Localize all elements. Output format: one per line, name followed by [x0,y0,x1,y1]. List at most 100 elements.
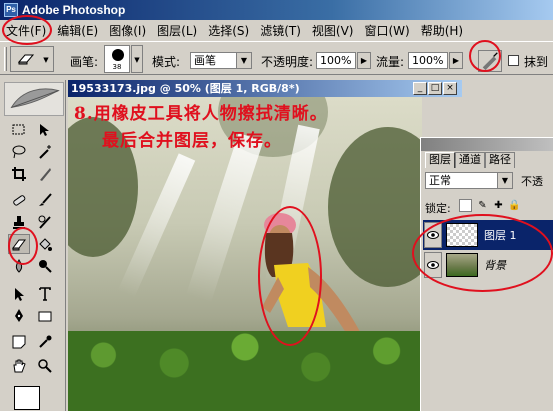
image-canvas[interactable]: 8.用橡皮工具将人物擦拭清晰。 最后合并图层，保存。 [68,97,422,411]
lasso-tool[interactable] [8,142,30,162]
note-icon [12,335,26,349]
close-button[interactable]: × [443,82,457,95]
healing-brush-tool[interactable] [8,190,30,210]
crop-icon [12,167,26,181]
paint-bucket-tool[interactable] [34,234,56,254]
layer-name: 图层 1 [484,229,517,242]
feather-logo[interactable] [4,82,64,116]
eraser-icon [17,54,35,65]
clone-stamp-tool[interactable] [8,212,30,232]
mode-label: 模式: [152,55,181,69]
magic-wand-icon [39,145,51,159]
tab-layers[interactable]: 图层 [425,152,455,168]
chevron-down-icon: ▼ [497,173,512,188]
opacity-input[interactable]: 100% [316,52,356,69]
app-title: Adobe Photoshop [22,3,126,17]
menu-help[interactable]: 帮助(H) [421,22,463,39]
flow-input[interactable]: 100% [408,52,448,69]
paint-bucket-icon [39,238,52,251]
path-selection-tool[interactable] [8,284,30,304]
layer-row-background[interactable]: 背景 [423,250,553,280]
hand-icon [13,359,26,373]
layer-row-layer1[interactable]: 图层 1 [423,220,553,250]
blend-mode-value: 正常 [429,174,451,187]
zoom-tool[interactable] [34,356,56,376]
mode-select[interactable]: 画笔 ▼ [190,52,252,69]
hedge [68,331,422,411]
mode-value: 画笔 [194,54,216,67]
eyedropper-tool[interactable] [34,332,56,352]
brush-preview[interactable]: 38 [104,45,130,73]
marquee-tool[interactable] [8,120,30,140]
brush-picker-button[interactable]: ▼ [131,45,143,73]
tab-channels[interactable]: 通道 [455,152,485,168]
type-tool[interactable] [34,284,56,304]
history-brush-icon [38,215,51,229]
move-tool[interactable] [34,120,56,140]
lock-transparency-checkbox[interactable] [459,199,472,212]
pen-tool[interactable] [8,306,30,326]
brush-icon [39,193,52,206]
crop-tool[interactable] [8,164,30,184]
lock-position-icon[interactable]: ✚ [492,199,505,212]
menu-bar: 文件(F) 编辑(E) 图像(I) 图层(L) 选择(S) 滤镜(T) 视图(V… [0,20,553,40]
toolbox [2,80,66,411]
arrow-icon [15,288,24,301]
annotation-step-text: 8.用橡皮工具将人物擦拭清晰。 [74,104,328,124]
menu-view[interactable]: 视图(V) [312,22,354,39]
menu-filter[interactable]: 滤镜(T) [260,22,301,39]
tab-paths[interactable]: 路径 [485,152,515,168]
dodge-tool[interactable] [34,256,56,276]
menu-window[interactable]: 窗口(W) [364,22,409,39]
airbrush-button[interactable] [478,50,502,72]
blur-tool[interactable] [8,256,30,276]
lock-all-icon[interactable]: 🔒 [508,199,521,212]
lasso-icon [12,145,26,159]
marquee-icon [12,124,25,135]
menu-layer[interactable]: 图层(L) [157,22,197,39]
chevron-down-icon: ▼ [43,56,49,64]
blend-mode-select[interactable]: 正常 ▼ [425,172,513,189]
history-brush-tool[interactable] [34,212,56,232]
notes-tool[interactable] [8,332,30,352]
tool-preset-picker[interactable]: ▼ [10,46,54,72]
layers-panel-titlebar[interactable] [421,138,553,151]
move-icon [40,124,49,136]
flow-slider-button[interactable]: ▶ [449,52,463,69]
foreground-color-swatch[interactable] [14,386,40,410]
menu-image[interactable]: 图像(I) [109,22,146,39]
slice-tool[interactable] [34,164,56,184]
erase-to-history-checkbox[interactable] [508,55,519,66]
hand-tool[interactable] [8,356,30,376]
magic-wand-tool[interactable] [34,142,56,162]
layer-thumbnail [446,253,478,277]
visibility-eye-icon[interactable] [424,252,442,278]
blur-icon [15,259,23,273]
layer-opacity-label: 不透 [521,175,543,188]
airbrush-icon [482,52,498,71]
menu-file[interactable]: 文件(F) [6,22,46,39]
lock-label: 锁定: [425,202,451,215]
annotation-merge-text: 最后合并图层，保存。 [102,131,282,151]
opacity-slider-button[interactable]: ▶ [357,52,371,69]
rectangle-icon [38,311,52,322]
photoshop-app-icon: Ps [4,3,18,17]
eraser-tool[interactable] [8,234,30,254]
visibility-eye-icon[interactable] [424,222,442,248]
options-bar-grip[interactable] [4,47,7,71]
layers-panel: 图层 通道 路径 正常 ▼ 不透 锁定: ✎ ✚ 🔒 图层 1 背景 [420,137,553,411]
stamp-icon [13,216,25,229]
slice-icon [40,168,51,181]
options-bar: ▼ 画笔: 38 ▼ 模式: 画笔 ▼ 不透明度: 100% ▶ 流量: 100… [0,41,553,75]
rectangle-tool[interactable] [34,306,56,326]
brush-size: 38 [112,63,122,71]
app-title-bar: Ps Adobe Photoshop [0,0,553,20]
brush-tool[interactable] [34,190,56,210]
lock-pixels-icon[interactable]: ✎ [476,199,489,212]
erase-to-history-label: 抹到 [524,55,549,69]
maximize-button[interactable]: □ [428,82,442,95]
dodge-icon [39,260,52,273]
menu-select[interactable]: 选择(S) [208,22,249,39]
menu-edit[interactable]: 编辑(E) [57,22,98,39]
minimize-button[interactable]: _ [413,82,427,95]
